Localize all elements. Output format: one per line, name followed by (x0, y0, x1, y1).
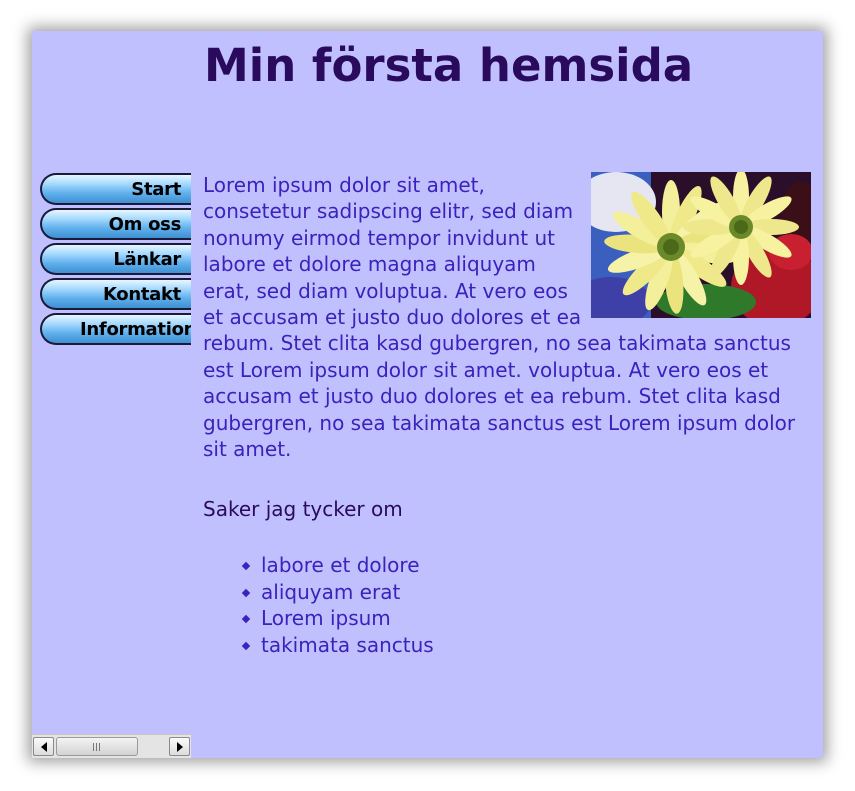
main-content: Lorem ipsum dolor sit amet, consetetur s… (203, 172, 811, 658)
list-item: Lorem ipsum (243, 605, 811, 631)
arrow-left-icon (40, 742, 47, 752)
nav-button-label: Kontakt (102, 284, 181, 305)
nav-button-label: Information (80, 319, 191, 340)
page-title: Min första hemsida (204, 39, 694, 92)
nav-button-om-oss[interactable]: Om oss (40, 208, 191, 240)
list-item: aliquyam erat (243, 579, 811, 605)
navigation-menu: Start Om oss Länkar Kontakt Information (40, 173, 191, 348)
list-item: takimata sanctus (243, 632, 811, 658)
nav-button-label: Start (131, 179, 181, 200)
scroll-right-button[interactable] (169, 737, 190, 756)
flower-image (591, 172, 811, 318)
nav-button-lankar[interactable]: Länkar (40, 243, 191, 275)
browser-viewport: Min första hemsida Start Om oss Länkar K… (32, 31, 823, 758)
scroll-thumb[interactable] (56, 737, 138, 756)
nav-button-kontakt[interactable]: Kontakt (40, 278, 191, 310)
favorites-list: labore et dolore aliquyam erat Lorem ips… (203, 552, 811, 658)
scroll-left-button[interactable] (33, 737, 54, 756)
nav-button-label: Länkar (113, 249, 181, 270)
favorites-heading: Saker jag tycker om (203, 497, 403, 522)
nav-button-information[interactable]: Information (40, 313, 191, 345)
grip-icon (93, 743, 102, 751)
nav-button-start[interactable]: Start (40, 173, 191, 205)
nav-button-label: Om oss (108, 214, 182, 235)
horizontal-scrollbar[interactable] (32, 734, 191, 758)
arrow-right-icon (176, 742, 183, 752)
list-item: labore et dolore (243, 552, 811, 578)
